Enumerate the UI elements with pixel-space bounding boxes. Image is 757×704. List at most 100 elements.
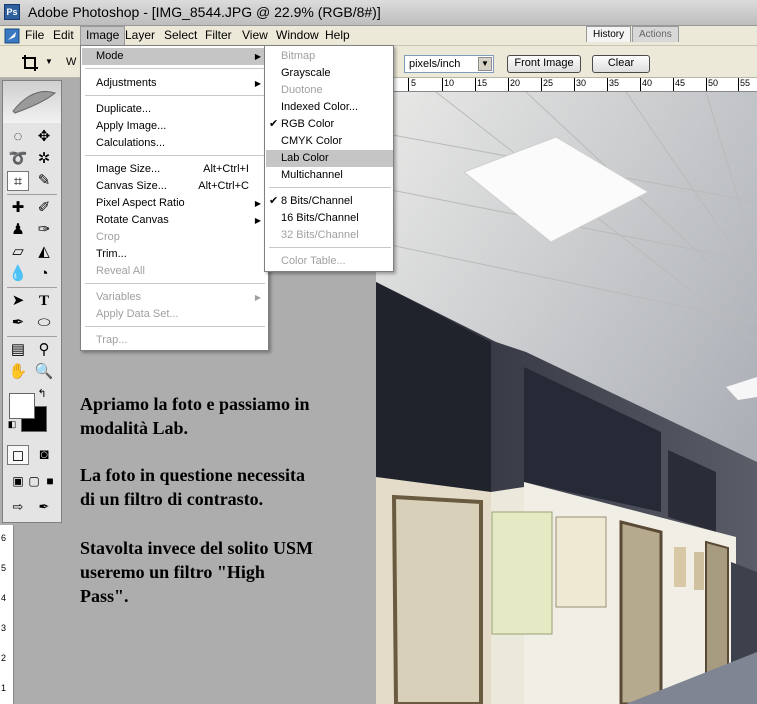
clear-button[interactable]: Clear xyxy=(592,55,650,73)
menu-image[interactable]: Image xyxy=(80,26,126,46)
ruler-tick: 50 xyxy=(708,78,719,88)
ruler-tick: 15 xyxy=(477,78,488,88)
mode-item-16-bits[interactable]: 16 Bits/Channel xyxy=(266,210,393,227)
jump-to-imageready-icon[interactable]: ⇨ xyxy=(7,497,29,517)
resolution-units-value: pixels/inch xyxy=(409,58,461,70)
document-canvas[interactable] xyxy=(376,92,757,704)
corridor-photo xyxy=(376,92,757,704)
lasso-tool-icon[interactable]: ➰ xyxy=(7,149,29,169)
notes-tool-icon[interactable]: ▤ xyxy=(7,340,29,360)
paint-bucket-icon[interactable]: ◭ xyxy=(33,242,55,262)
standard-mode-icon[interactable]: ◻ xyxy=(7,445,29,465)
menu-filter[interactable]: Filter xyxy=(200,26,237,46)
mode-submenu: Bitmap Grayscale Duotone Indexed Color..… xyxy=(264,45,394,272)
tab-actions[interactable]: Actions xyxy=(632,26,679,42)
mode-item-multichannel[interactable]: Multichannel xyxy=(266,167,393,184)
magic-wand-icon[interactable]: ✲ xyxy=(33,149,55,169)
zoom-tool-icon[interactable]: 🔍 xyxy=(33,362,55,382)
photoshop-feather-icon[interactable] xyxy=(4,28,20,44)
mode-item-color-table: Color Table... xyxy=(281,255,346,267)
mode-item-duotone: Duotone xyxy=(281,84,323,96)
menu-item-image-size[interactable]: Image Size... Alt+Ctrl+I xyxy=(82,161,267,178)
clone-stamp-icon[interactable]: ♟ xyxy=(7,220,29,240)
mode-item-lab-color[interactable]: Lab Color xyxy=(266,150,393,167)
mode-item-indexed-color[interactable]: Indexed Color... xyxy=(266,99,393,116)
move-tool-icon[interactable]: ✥ xyxy=(33,127,55,147)
ellipse-tool-icon[interactable]: ⬭ xyxy=(33,313,55,333)
foreground-color-swatch[interactable] xyxy=(9,393,35,419)
pen-tool-icon[interactable]: ✒ xyxy=(7,313,29,333)
quick-mask-icon[interactable]: ◙ xyxy=(33,445,55,465)
ruler-tick: 5 xyxy=(1,563,7,573)
menu-item-label: Variables xyxy=(96,291,142,303)
menu-item-label: Mode xyxy=(96,50,124,62)
menu-item-label: Adjustments xyxy=(96,77,157,89)
title-bar: Ps Adobe Photoshop - [IMG_8544.JPG @ 22.… xyxy=(0,0,757,26)
history-brush-icon[interactable]: ✑ xyxy=(33,220,55,240)
hand-tool-icon[interactable]: ✋ xyxy=(7,362,29,382)
menu-window[interactable]: Window xyxy=(271,26,324,46)
vertical-ruler: 6 5 4 3 2 1 xyxy=(0,525,14,704)
menu-edit[interactable]: Edit xyxy=(48,26,79,46)
ruler-tick: 3 xyxy=(1,623,7,633)
eraser-tool-icon[interactable]: ▱ xyxy=(7,242,29,262)
chevron-down-icon[interactable]: ▼ xyxy=(478,57,492,71)
mode-item-rgb-color[interactable]: ✔ RGB Color xyxy=(266,116,393,133)
swap-colors-icon[interactable]: ↰ xyxy=(35,387,49,401)
mode-item-8-bits[interactable]: ✔ 8 Bits/Channel xyxy=(266,193,393,210)
front-image-button[interactable]: Front Image xyxy=(507,55,581,73)
marquee-tool-icon[interactable]: ◌ xyxy=(7,127,29,147)
menu-layer[interactable]: Layer xyxy=(120,26,160,46)
menu-item-label: 8 Bits/Channel xyxy=(281,195,353,207)
ruler-tick: 2 xyxy=(1,653,7,663)
ruler-tick: 5 xyxy=(411,78,417,88)
menu-view[interactable]: View xyxy=(237,26,273,46)
menu-file[interactable]: File xyxy=(20,26,49,46)
ruler-tick: 55 xyxy=(740,78,751,88)
menu-help[interactable]: Help xyxy=(320,26,355,46)
menu-select[interactable]: Select xyxy=(159,26,202,46)
default-colors-icon[interactable]: ◧ xyxy=(7,419,17,429)
ruler-tick: 25 xyxy=(543,78,554,88)
type-tool-icon[interactable]: T xyxy=(33,291,55,311)
dodge-tool-icon[interactable]: ◔ xyxy=(33,264,55,284)
crop-tool-icon[interactable]: ⌗ xyxy=(7,171,29,191)
ruler-tick: 45 xyxy=(675,78,686,88)
caption-line: Pass". xyxy=(80,586,129,606)
brush-tool-icon[interactable]: ✐ xyxy=(33,198,55,218)
menu-item-apply-data-set: Apply Data Set... xyxy=(96,308,179,320)
path-selection-icon[interactable]: ➤ xyxy=(7,291,29,311)
ruler-tick: 6 xyxy=(1,533,7,543)
menu-item-pixel-aspect-ratio[interactable]: Pixel Aspect Ratio ▶ xyxy=(82,195,267,212)
feather-logo-icon xyxy=(12,91,57,114)
menu-item-trim[interactable]: Trim... xyxy=(82,246,267,263)
caption-line: Stavolta invece del solito USM xyxy=(80,538,313,558)
ruler-tick: 1 xyxy=(1,683,7,693)
checkmark-icon: ✔ xyxy=(269,195,279,207)
caption-line: di un filtro di contrasto. xyxy=(80,489,264,509)
resolution-units-select[interactable]: pixels/inch ▼ xyxy=(404,55,494,73)
menu-item-mode[interactable]: Mode ▶ xyxy=(82,48,267,65)
full-screen-icon[interactable]: ■ xyxy=(39,471,61,491)
menu-item-rotate-canvas[interactable]: Rotate Canvas ▶ xyxy=(82,212,267,229)
ruler-tick: 20 xyxy=(510,78,521,88)
mode-item-32-bits: 32 Bits/Channel xyxy=(281,229,359,241)
tool-preset-arrow-icon[interactable]: ▼ xyxy=(45,57,53,66)
imageready-icon[interactable]: ✒ xyxy=(33,497,55,517)
toolbox-header[interactable] xyxy=(3,81,61,123)
slice-tool-icon[interactable]: ✎ xyxy=(33,171,55,191)
blur-tool-icon[interactable]: 💧 xyxy=(7,264,29,284)
eyedropper-icon[interactable]: ⚲ xyxy=(33,340,55,360)
healing-brush-icon[interactable]: ✚ xyxy=(7,198,29,218)
crop-tool-icon[interactable] xyxy=(20,53,40,73)
mode-item-bitmap: Bitmap xyxy=(281,50,316,62)
menu-item-canvas-size[interactable]: Canvas Size... Alt+Ctrl+C xyxy=(82,178,267,195)
menu-item-apply-image[interactable]: Apply Image... xyxy=(82,118,267,135)
ruler-tick: 40 xyxy=(642,78,653,88)
menu-item-adjustments[interactable]: Adjustments ▶ xyxy=(82,75,267,92)
mode-item-grayscale[interactable]: Grayscale xyxy=(266,65,393,82)
menu-item-calculations[interactable]: Calculations... xyxy=(82,135,267,152)
mode-item-cmyk-color[interactable]: CMYK Color xyxy=(266,133,393,150)
tab-history[interactable]: History xyxy=(586,26,632,42)
menu-item-duplicate[interactable]: Duplicate... xyxy=(82,101,267,118)
